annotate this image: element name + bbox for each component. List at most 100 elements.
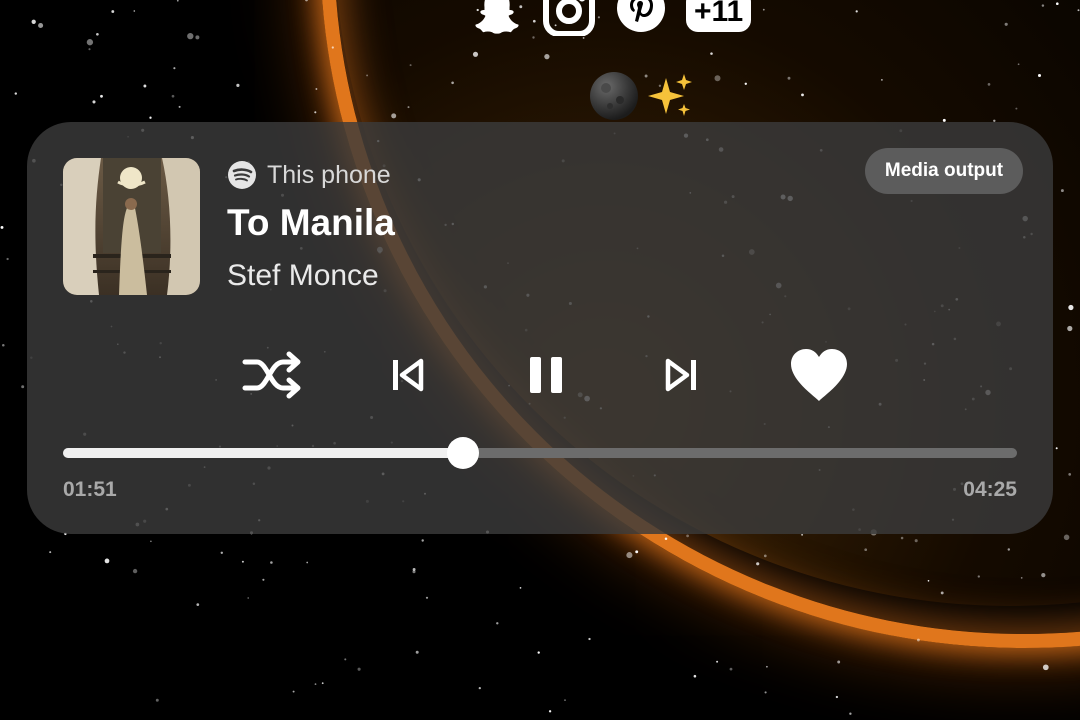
star: [425, 596, 429, 599]
star: [92, 100, 96, 104]
playback-source: This phone: [227, 160, 391, 190]
star: [100, 94, 103, 98]
star: [321, 682, 324, 685]
star: [977, 575, 980, 578]
star: [1004, 22, 1008, 26]
star: [111, 10, 115, 13]
playback-controls: [27, 340, 1053, 410]
star: [855, 10, 858, 13]
star: [305, 0, 308, 2]
star: [544, 53, 550, 60]
star: [1017, 63, 1020, 66]
pause-button[interactable]: [511, 340, 581, 410]
pause-icon: [530, 357, 562, 393]
star: [195, 35, 200, 40]
star: [38, 22, 44, 29]
star: [1060, 189, 1064, 193]
star: [366, 74, 369, 77]
star: [766, 665, 768, 668]
star: [1015, 107, 1018, 110]
star: [588, 637, 591, 641]
next-icon: [665, 358, 696, 392]
star: [1055, 2, 1059, 6]
star: [635, 550, 639, 554]
star: [344, 658, 347, 661]
star: [1055, 447, 1058, 450]
star: [716, 660, 719, 663]
previous-icon: [393, 358, 424, 392]
star: [49, 551, 52, 554]
star: [331, 46, 334, 49]
star: [412, 570, 416, 574]
track-title: To Manila: [227, 202, 395, 243]
star: [415, 650, 419, 654]
new-moon-icon: [590, 72, 638, 120]
star: [564, 699, 566, 701]
media-output-button[interactable]: Media output: [865, 148, 1023, 194]
star: [801, 533, 804, 536]
media-player-card[interactable]: This phone To Manila Stef Monce Media ou…: [27, 122, 1053, 534]
previous-button[interactable]: [372, 340, 442, 410]
star: [88, 48, 91, 51]
star: [451, 81, 454, 85]
star: [927, 579, 930, 582]
star: [31, 19, 36, 24]
star: [391, 113, 397, 119]
album-art[interactable]: [63, 158, 200, 295]
star: [940, 591, 944, 595]
star: [914, 539, 918, 543]
seek-bar-thumb[interactable]: [446, 437, 479, 469]
star: [104, 558, 110, 564]
sparkles-icon: [648, 74, 692, 116]
star: [1020, 577, 1023, 579]
star: [315, 88, 318, 90]
star: [762, 8, 765, 11]
star: [409, 64, 412, 67]
heart-icon: [791, 349, 847, 401]
pinterest-icon: [614, 0, 668, 36]
star: [1007, 548, 1011, 551]
notification-icons[interactable]: +11: [470, 0, 752, 36]
star: [532, 36, 535, 39]
star: [241, 560, 244, 563]
star: [176, 0, 179, 2]
star: [756, 562, 760, 566]
star: [143, 84, 147, 88]
seek-bar[interactable]: [63, 437, 1017, 469]
star: [132, 568, 138, 574]
shuffle-button[interactable]: [238, 340, 308, 410]
star: [693, 674, 697, 678]
lock-screen: +11 This phone To Manila Stef Monce Medi…: [0, 0, 1080, 720]
star: [247, 597, 250, 599]
star: [306, 561, 309, 564]
next-button[interactable]: [647, 340, 717, 410]
instagram-icon: [542, 0, 596, 36]
star: [270, 561, 273, 564]
seek-bar-progress: [63, 448, 463, 458]
star: [1041, 4, 1045, 7]
star: [6, 257, 9, 261]
star: [133, 10, 136, 12]
star: [472, 51, 479, 57]
star: [881, 79, 883, 81]
star: [849, 712, 852, 715]
star: [1041, 572, 1046, 578]
star: [900, 536, 904, 540]
elapsed-time: 01:51: [63, 478, 117, 501]
snapchat-icon: [470, 0, 524, 36]
star: [1037, 73, 1042, 78]
star: [496, 622, 499, 625]
star: [86, 39, 94, 46]
status-emojis: [588, 70, 694, 122]
star: [686, 534, 689, 538]
star: [1068, 473, 1072, 476]
like-button[interactable]: [784, 340, 854, 410]
star: [764, 691, 767, 694]
star: [314, 683, 317, 685]
star: [178, 105, 181, 108]
star: [519, 587, 522, 589]
star: [21, 385, 25, 389]
star: [1067, 325, 1073, 332]
star: [187, 32, 194, 40]
star: [744, 82, 747, 85]
